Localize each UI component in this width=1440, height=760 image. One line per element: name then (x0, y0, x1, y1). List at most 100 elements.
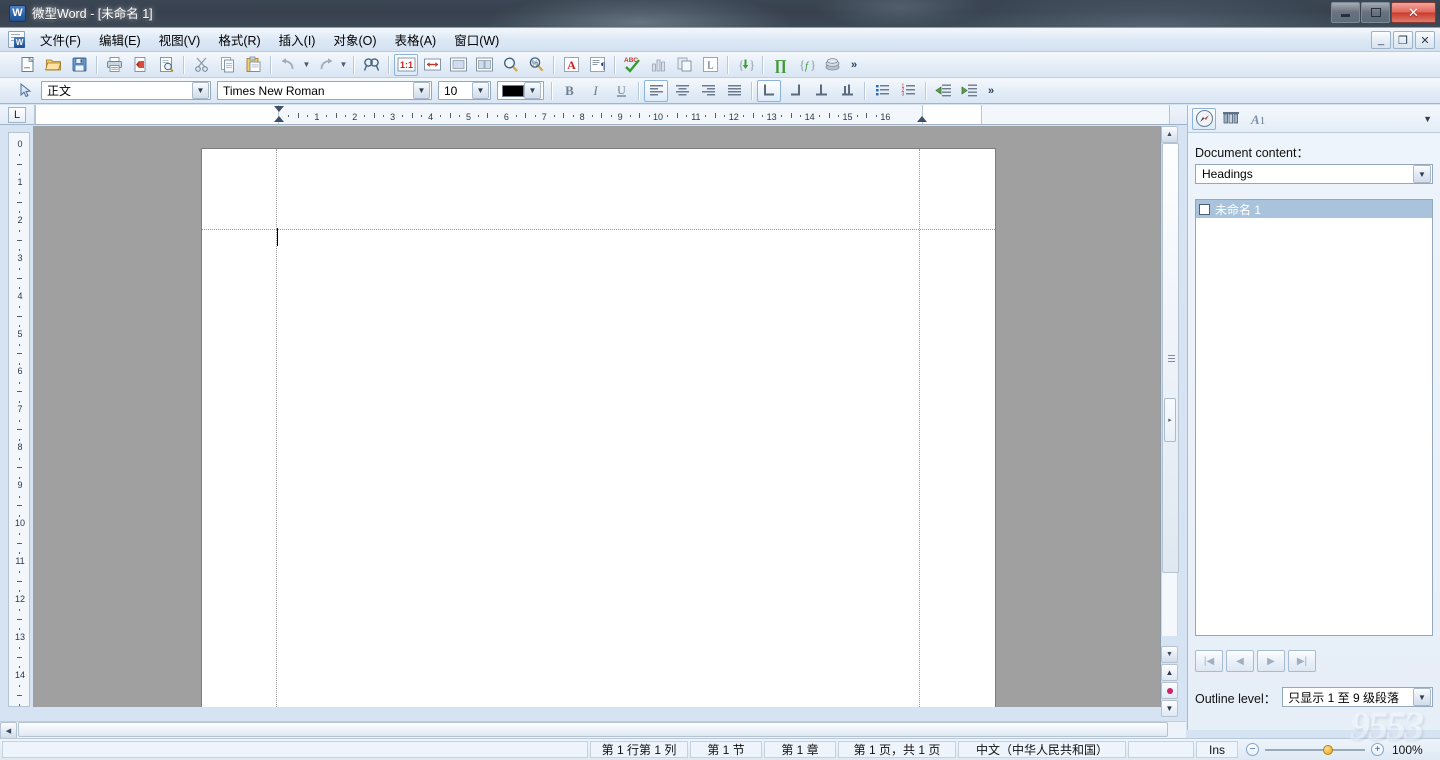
close-button[interactable]: ✕ (1391, 2, 1436, 23)
print-icon[interactable] (102, 54, 126, 76)
valign-bottom-button[interactable] (783, 80, 807, 102)
undo-dropdown-arrow-icon[interactable]: ▼ (301, 54, 312, 76)
align-left-button[interactable] (644, 79, 668, 102)
find-icon[interactable] (359, 54, 383, 76)
tab-stop-selector-button[interactable]: L (8, 107, 26, 123)
font-size-combo[interactable]: 10 ▼ (438, 81, 491, 100)
vertical-scrollbar[interactable]: ▲ (1161, 126, 1179, 653)
scroll-up-button[interactable]: ▲ (1161, 126, 1178, 143)
navigator-compass-icon[interactable] (1192, 107, 1216, 130)
layers-icon[interactable] (672, 54, 696, 76)
save-icon[interactable] (67, 54, 91, 76)
horizontal-scrollbar-thumb[interactable] (18, 722, 1168, 737)
valign-top-button[interactable] (757, 79, 781, 102)
split-pane-handle[interactable]: ▸ (1164, 398, 1176, 442)
underline-button[interactable]: U (609, 80, 633, 102)
menu-table[interactable]: 表格(A) (386, 27, 446, 52)
heading-checkbox[interactable] (1199, 203, 1210, 215)
document-content-combo[interactable]: Headings ▼ (1195, 164, 1433, 184)
standard-toolbar-overflow-icon[interactable]: » (851, 59, 857, 71)
zoom-in-icon[interactable] (498, 54, 522, 76)
status-section[interactable]: 第 1 节 (690, 741, 762, 758)
menu-edit[interactable]: 编辑(E) (90, 27, 150, 52)
chevron-down-icon[interactable]: ▼ (413, 82, 430, 99)
select-arrow-icon[interactable] (13, 80, 37, 102)
decrease-indent-button[interactable] (931, 80, 955, 102)
font-color-icon[interactable]: A (559, 54, 583, 76)
left-indent-marker[interactable] (274, 116, 284, 122)
first-line-indent-marker[interactable] (274, 106, 284, 112)
horizontal-scrollbar[interactable]: ◀ (0, 721, 1186, 739)
cut-icon[interactable] (189, 54, 213, 76)
font-family-combo[interactable]: Times New Roman ▼ (217, 81, 432, 100)
chevron-down-icon[interactable]: ▼ (1413, 165, 1431, 183)
document-page[interactable] (202, 149, 995, 707)
right-indent-marker[interactable] (917, 116, 927, 122)
chart-icon[interactable] (646, 54, 670, 76)
spelling-check-icon[interactable]: ABC (620, 54, 644, 76)
chevron-down-icon[interactable]: ▼ (472, 82, 489, 99)
status-line-column[interactable]: 第 1 行第 1 列 (590, 741, 688, 758)
text-frames-icon[interactable] (1219, 108, 1243, 130)
insert-field-icon[interactable]: {} (733, 54, 757, 76)
undo-icon[interactable] (276, 54, 300, 76)
status-language[interactable]: 中文（中华人民共和国） (958, 741, 1126, 758)
outline-level-combo[interactable]: 只显示 1 至 9 级段落 ▼ (1282, 687, 1433, 707)
italic-button[interactable]: I (583, 80, 607, 102)
minimize-button[interactable] (1331, 2, 1360, 23)
bold-button[interactable]: B (557, 80, 581, 102)
insert-symbol-icon[interactable]: ∏ (768, 54, 792, 76)
new-document-icon[interactable] (15, 54, 39, 76)
chevron-down-icon[interactable]: ▼ (1413, 688, 1431, 706)
insert-formula-icon[interactable]: {} f (794, 54, 818, 76)
menu-object[interactable]: 对象(O) (324, 27, 385, 52)
status-chapter[interactable]: 第 1 章 (764, 741, 836, 758)
mdi-close-button[interactable]: ✕ (1415, 31, 1435, 49)
list-item[interactable]: 未命名 1 (1196, 200, 1432, 218)
zoom-100-icon[interactable]: 1:1 (394, 53, 418, 76)
zoom-percent-icon[interactable]: % (524, 54, 548, 76)
nav-last-button[interactable]: ▶| (1288, 650, 1316, 672)
zoom-slider-control[interactable]: − + 100% (1246, 743, 1423, 757)
zoom-slider-knob[interactable] (1323, 744, 1333, 755)
document-icon[interactable] (8, 31, 25, 48)
menu-file[interactable]: 文件(F) (31, 27, 90, 52)
stack-icon[interactable] (820, 54, 844, 76)
redo-dropdown-arrow-icon[interactable]: ▼ (338, 54, 349, 76)
print-preview-icon[interactable] (154, 54, 178, 76)
horizontal-ruler-track[interactable]: 1 2 3 4 5 6 7 8 9 10 11 12 13 14 15 16 (34, 105, 1170, 124)
menu-view[interactable]: 视图(V) (150, 27, 210, 52)
increase-indent-button[interactable] (957, 80, 981, 102)
align-right-button[interactable] (696, 80, 720, 102)
formatting-toolbar-overflow-icon[interactable]: » (988, 85, 994, 97)
status-page[interactable]: 第 1 页，共 1 页 (838, 741, 956, 758)
font-color-combo[interactable]: ▼ (497, 81, 544, 100)
paste-icon[interactable] (241, 54, 265, 76)
formatting-marks-icon[interactable]: ¶ (585, 54, 609, 76)
previous-page-button[interactable]: ▲ (1161, 664, 1178, 681)
nav-first-button[interactable]: |◀ (1195, 650, 1223, 672)
valign-middle-button[interactable] (809, 80, 833, 102)
zoom-slider-track[interactable] (1265, 744, 1365, 755)
chevron-down-icon[interactable]: ▼ (192, 82, 209, 99)
scroll-left-button[interactable]: ◀ (0, 722, 17, 739)
valign-baseline-button[interactable] (835, 80, 859, 102)
numbered-list-button[interactable]: 123 (896, 80, 920, 102)
scroll-down-button[interactable]: ▼ (1161, 646, 1178, 663)
nav-next-button[interactable]: ▶ (1257, 650, 1285, 672)
page-width-icon[interactable] (420, 54, 444, 76)
pane-options-chevron-icon[interactable]: ▼ (1423, 114, 1432, 124)
drop-cap-icon[interactable]: L (698, 54, 722, 76)
align-center-button[interactable] (670, 80, 694, 102)
one-page-icon[interactable] (446, 54, 470, 76)
copy-icon[interactable] (215, 54, 239, 76)
mdi-minimize-button[interactable]: _ (1371, 31, 1391, 49)
redo-icon[interactable] (313, 54, 337, 76)
select-browse-object-button[interactable] (1161, 682, 1178, 699)
menu-insert[interactable]: 插入(I) (270, 27, 325, 52)
character-style-icon[interactable]: A1 (1246, 108, 1270, 130)
chevron-down-icon[interactable]: ▼ (524, 82, 541, 99)
zoom-in-button[interactable]: + (1371, 743, 1384, 756)
document-canvas[interactable] (33, 126, 1161, 707)
paragraph-style-combo[interactable]: 正文 ▼ (41, 81, 211, 100)
